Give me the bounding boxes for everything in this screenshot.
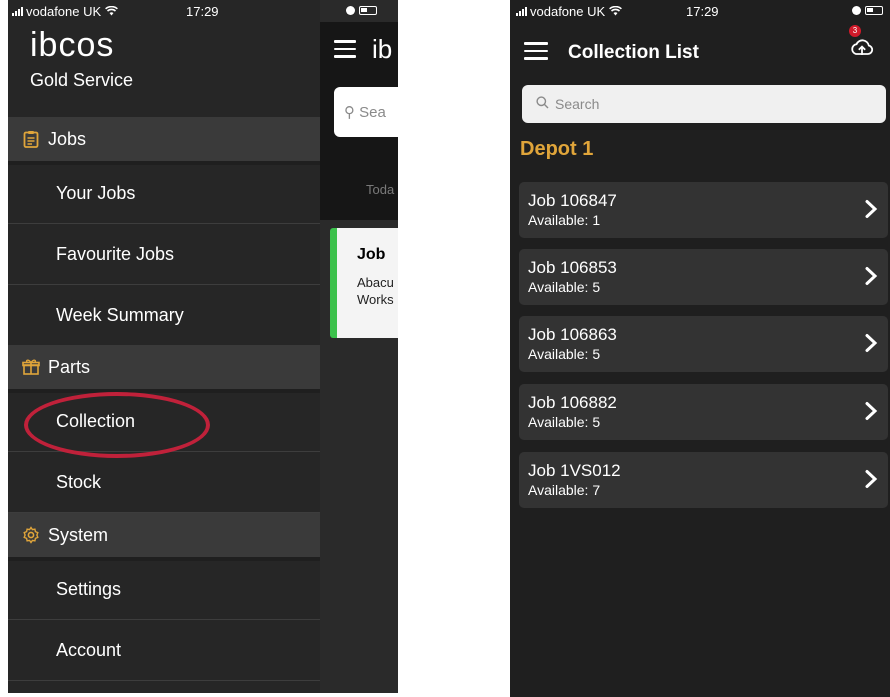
navigation-drawer: vodafone UK 17:29 ibcos Gold Service Job… — [8, 0, 320, 693]
job-list-item[interactable]: Job 106863 Available: 5 — [519, 316, 888, 372]
alarm-icon — [346, 6, 355, 15]
carrier-label: vodafone UK — [530, 3, 606, 19]
wifi-icon — [105, 6, 119, 16]
chevron-right-icon — [865, 334, 878, 352]
job-availability: Available: 5 — [528, 414, 601, 430]
job-list-item[interactable]: Job 1VS012 Available: 7 — [519, 452, 888, 508]
right-phone-screen: vodafone UK 17:29 Collection List 3 Sear… — [510, 0, 890, 697]
search-icon: ⚲ — [344, 104, 355, 121]
highlight-circle — [24, 392, 210, 458]
page-title: Collection List — [568, 42, 699, 63]
clipboard-icon — [22, 130, 40, 148]
depot-heading: Depot 1 — [520, 138, 594, 160]
job-title: Job 1VS012 — [528, 461, 621, 480]
signal-icon — [516, 6, 527, 16]
underlay-title: ib — [372, 34, 393, 64]
job-availability: Available: 7 — [528, 482, 601, 498]
battery-icon — [359, 6, 377, 15]
cloud-upload-icon[interactable] — [850, 36, 874, 60]
underlay-status-icons — [346, 6, 377, 15]
status-bar: vodafone UK — [12, 0, 119, 22]
chevron-right-icon — [865, 402, 878, 420]
job-list-item[interactable]: Job 106847 Available: 1 — [519, 182, 888, 238]
underlay-card-title: Job — [357, 246, 386, 263]
menu-item-week-summary[interactable]: Week Summary — [8, 286, 320, 346]
menu-item-account[interactable]: Account — [8, 621, 320, 681]
hamburger-menu-icon[interactable] — [334, 40, 356, 58]
underlay-job-card[interactable]: Job Abacu Works — [330, 228, 398, 338]
section-label-jobs: Jobs — [48, 128, 87, 149]
underlay-card-text: Abacu Works — [357, 275, 394, 307]
search-input[interactable]: Search — [522, 85, 886, 123]
section-header-system: System — [8, 513, 320, 561]
wifi-icon — [609, 6, 623, 16]
search-placeholder: Search — [555, 96, 600, 112]
hamburger-menu-icon[interactable] — [524, 42, 548, 60]
job-availability: Available: 1 — [528, 212, 601, 228]
signal-icon — [12, 6, 23, 16]
alarm-icon — [852, 6, 861, 15]
section-header-jobs: Jobs — [8, 117, 320, 165]
underlay-tab-today[interactable]: Toda — [366, 182, 394, 197]
underlay-search-input[interactable]: ⚲ Sea — [334, 87, 398, 137]
job-list-item[interactable]: Job 106853 Available: 5 — [519, 249, 888, 305]
underlying-job-screen: ib ⚲ Sea Toda Job Abacu Works — [320, 0, 398, 693]
status-time: 17:29 — [686, 4, 719, 19]
job-list-item[interactable]: Job 106882 Available: 5 — [519, 384, 888, 440]
status-bar: vodafone UK — [516, 0, 623, 22]
section-header-parts: Parts — [8, 345, 320, 393]
chevron-right-icon — [865, 267, 878, 285]
menu-item-favourite-jobs[interactable]: Favourite Jobs — [8, 225, 320, 285]
search-icon — [536, 96, 549, 112]
job-availability: Available: 5 — [528, 346, 601, 362]
section-label-parts: Parts — [48, 356, 91, 377]
carrier-label: vodafone UK — [26, 3, 102, 19]
package-icon — [22, 358, 40, 376]
job-title: Job 106853 — [528, 258, 617, 277]
status-time: 17:29 — [186, 4, 219, 19]
battery-icon — [865, 6, 883, 15]
gear-icon — [22, 526, 40, 544]
app-subtitle: Gold Service — [30, 70, 134, 90]
underlay-search-placeholder: Sea — [359, 104, 386, 121]
menu-item-stock[interactable]: Stock — [8, 453, 320, 513]
section-label-system: System — [48, 524, 109, 545]
job-title: Job 106847 — [528, 191, 617, 210]
chevron-right-icon — [865, 470, 878, 488]
status-icons — [852, 6, 883, 15]
left-phone-screen: ib ⚲ Sea Toda Job Abacu Works vodafone U… — [8, 0, 398, 693]
app-logo: ibcos — [30, 26, 115, 64]
chevron-right-icon — [865, 200, 878, 218]
menu-item-settings[interactable]: Settings — [8, 560, 320, 620]
job-title: Job 106882 — [528, 393, 617, 412]
menu-item-your-jobs[interactable]: Your Jobs — [8, 164, 320, 224]
job-availability: Available: 5 — [528, 279, 601, 295]
job-title: Job 106863 — [528, 325, 617, 344]
